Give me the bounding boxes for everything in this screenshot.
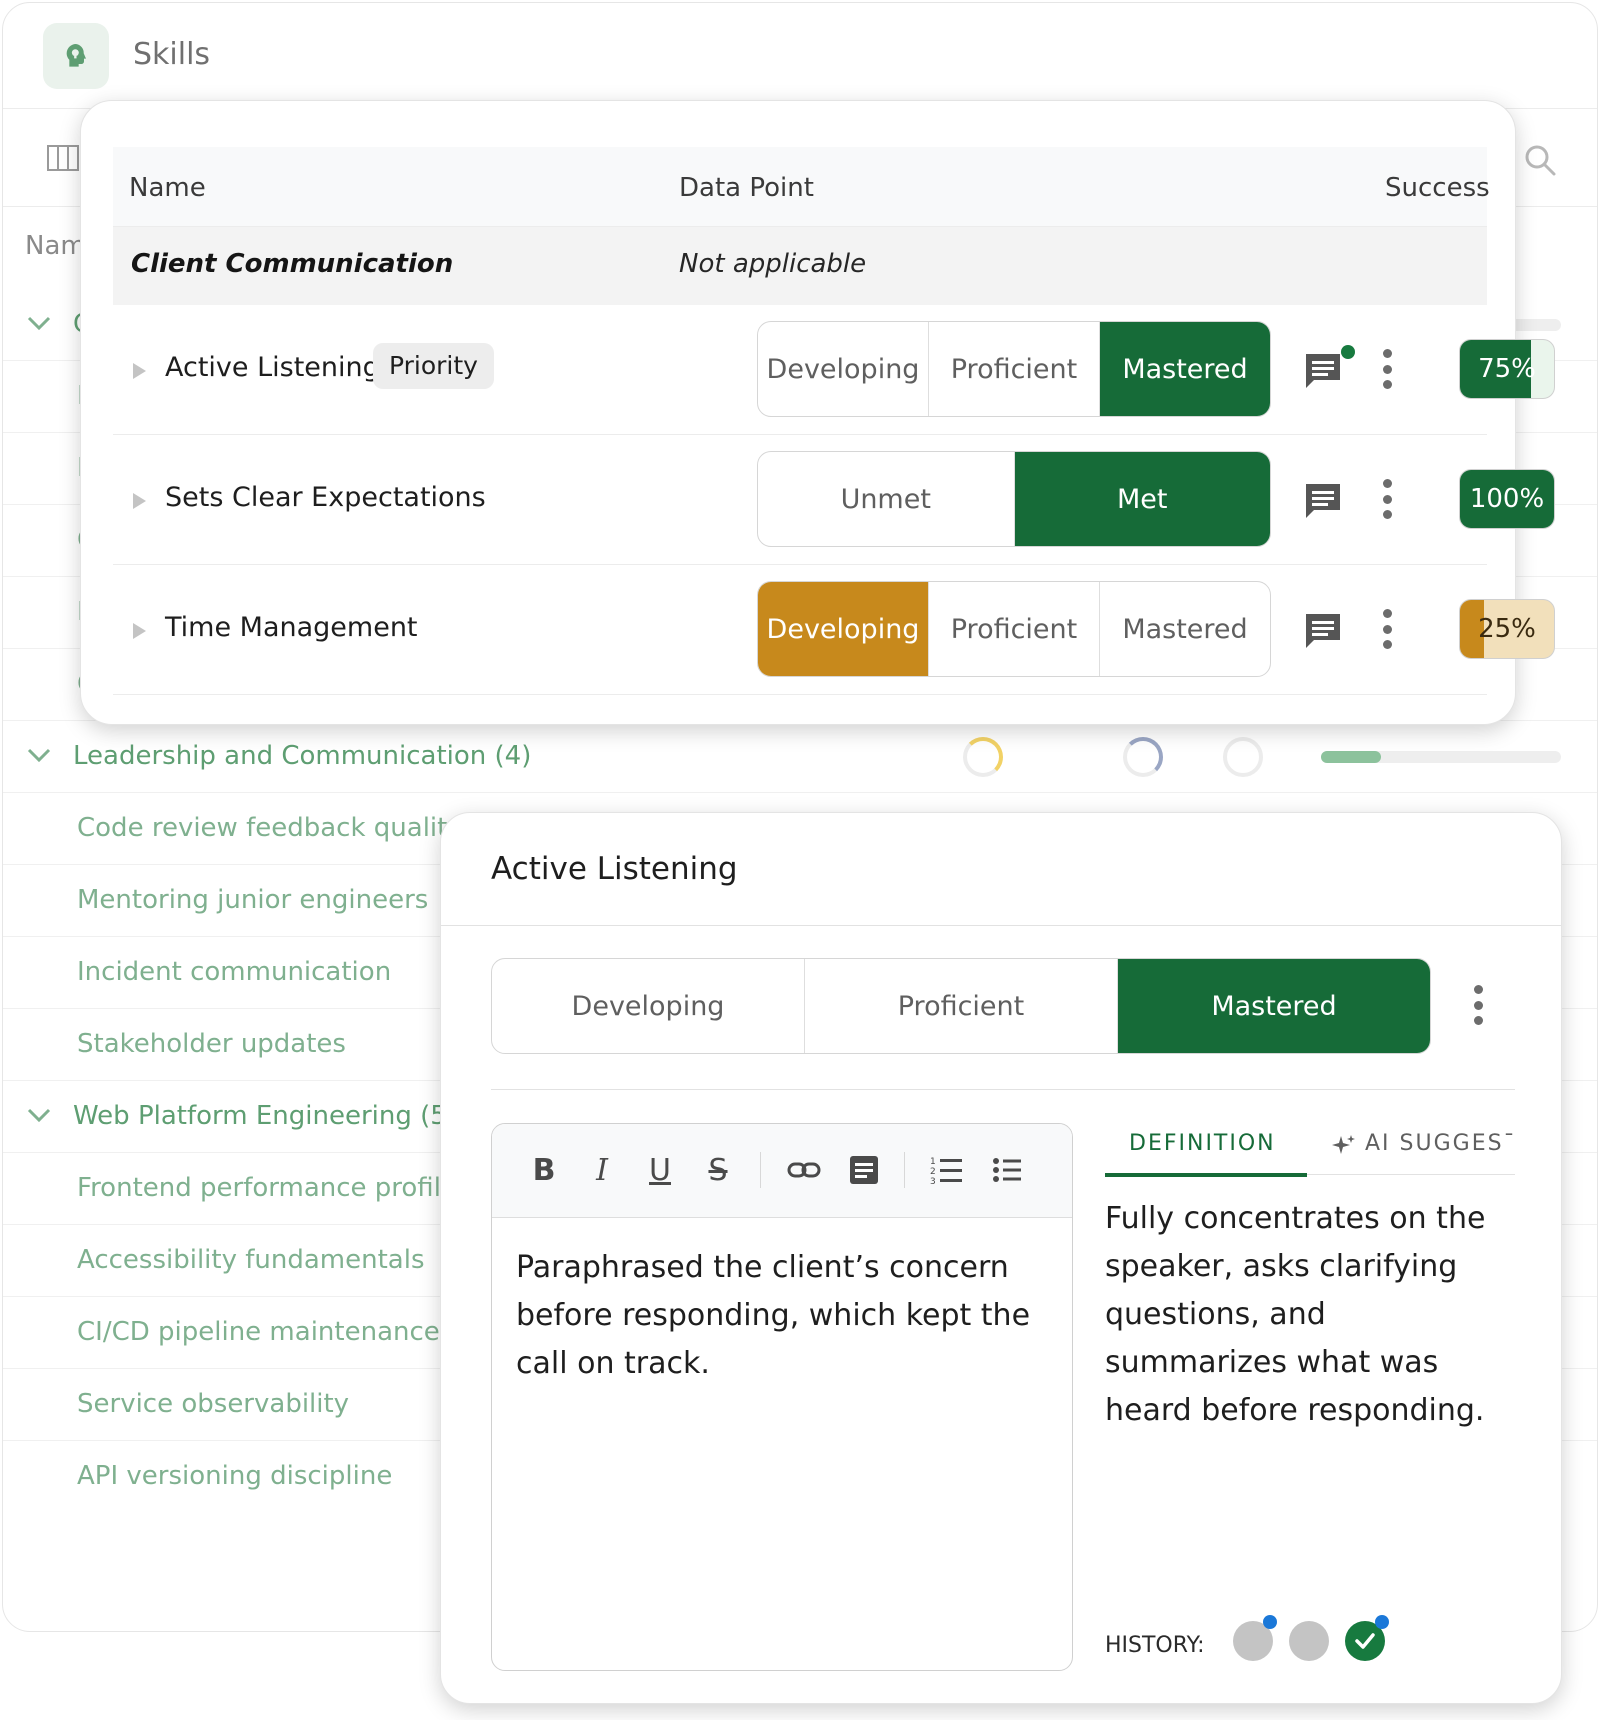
rating-selector: Developing Proficient Mastered: [757, 321, 1271, 417]
skill-name: Time Management: [165, 612, 418, 643]
table-row: Sets Clear Expectations Unmet Met 100%: [113, 435, 1555, 565]
detail-title: Active Listening: [491, 851, 738, 887]
italic-button[interactable]: I: [584, 1152, 620, 1188]
expand-arrow-icon[interactable]: [133, 363, 146, 379]
column-header-data-point[interactable]: Data Point: [679, 173, 814, 203]
group-name: Client Communication: [131, 249, 454, 279]
success-label: 25%: [1478, 614, 1536, 644]
underline-button[interactable]: U: [642, 1152, 678, 1188]
group-progress-bar: [1321, 751, 1561, 763]
divider: [441, 925, 1561, 926]
definition-text: Fully concentrates on the speaker, asks …: [1105, 1201, 1486, 1428]
priority-badge: Priority: [373, 343, 494, 389]
more-options-icon[interactable]: [1472, 985, 1484, 1025]
rating-option-unmet[interactable]: Unmet: [758, 452, 1015, 546]
more-options-icon[interactable]: [1381, 479, 1393, 519]
svg-text:2: 2: [930, 1167, 936, 1177]
history-label: HISTORY:: [1105, 1633, 1205, 1658]
expand-arrow-icon[interactable]: [133, 623, 146, 639]
more-options-icon[interactable]: [1381, 349, 1393, 389]
check-icon: [1355, 1633, 1375, 1649]
comment-indicator: [1341, 345, 1355, 359]
note-editor: B I U S 123 Paraphrased the client’s con…: [491, 1123, 1073, 1671]
column-header-success[interactable]: Success: [1385, 173, 1490, 203]
progress-ring: [1223, 737, 1263, 777]
app-logo: [43, 23, 109, 89]
success-label: 75%: [1478, 354, 1536, 384]
group-data-point: Not applicable: [679, 249, 867, 279]
sparkle-icon: [1332, 1135, 1355, 1154]
search-icon[interactable]: [1523, 143, 1557, 177]
head-lightbulb-icon: [66, 44, 86, 67]
rating-selector: Unmet Met: [757, 451, 1271, 547]
skills-table-popover: Name Data Point Success Client Communica…: [80, 100, 1555, 725]
comment-icon[interactable]: [1303, 481, 1343, 521]
comment-icon[interactable]: [1303, 611, 1343, 651]
numbered-list-icon[interactable]: 123: [928, 1152, 964, 1188]
success-progress: 25%: [1459, 599, 1555, 659]
success-progress: 100%: [1459, 469, 1555, 529]
rating-option-developing[interactable]: Developing: [758, 322, 929, 416]
group-row-client-communication[interactable]: Client Communication Not applicable: [113, 227, 1487, 305]
history-new-indicator: [1263, 1615, 1277, 1629]
link-icon[interactable]: [786, 1152, 822, 1188]
success-label: 100%: [1469, 484, 1545, 514]
chevron-down-icon[interactable]: [25, 745, 53, 765]
tab-definition[interactable]: DEFINITION: [1129, 1131, 1276, 1156]
paragraph-format-icon[interactable]: [846, 1152, 882, 1188]
group-row-leadership[interactable]: Leadership and Communication (4): [3, 721, 1597, 793]
rating-option-proficient[interactable]: Proficient: [805, 959, 1118, 1053]
rating-option-mastered[interactable]: Mastered: [1118, 959, 1430, 1053]
progress-ring: [963, 737, 1003, 777]
page-header: Skills: [3, 3, 1597, 109]
group-label: Web Platform Engineering (5): [73, 1101, 457, 1131]
columns-icon[interactable]: [47, 145, 79, 171]
name-column-header[interactable]: Nam: [25, 231, 86, 261]
divider: [491, 1089, 1515, 1090]
rating-option-mastered[interactable]: Mastered: [1100, 582, 1270, 676]
rating-option-developing[interactable]: Developing: [758, 582, 929, 676]
detail-rating-selector: Developing Proficient Mastered: [491, 958, 1431, 1054]
skill-name: Sets Clear Expectations: [165, 482, 486, 513]
skill-detail-panel: Active Listening Developing Proficient M…: [440, 812, 1562, 1704]
note-text[interactable]: Paraphrased the client’s concern before …: [516, 1244, 1046, 1388]
tab-ai-suggestions[interactable]: AI SUGGESˉ: [1365, 1131, 1517, 1156]
rating-option-proficient[interactable]: Proficient: [929, 582, 1100, 676]
comment-icon[interactable]: [1303, 351, 1343, 391]
rating-option-developing[interactable]: Developing: [492, 959, 805, 1053]
strikethrough-button[interactable]: S: [700, 1152, 736, 1188]
detail-tabs: DEFINITION AI SUGGESˉ: [1105, 1123, 1517, 1177]
progress-ring: [1123, 737, 1163, 777]
rating-option-met[interactable]: Met: [1014, 452, 1270, 546]
bullet-list-icon[interactable]: [988, 1152, 1024, 1188]
chevron-down-icon[interactable]: [25, 1105, 53, 1125]
table-row: Active Listening Priority Developing Pro…: [113, 305, 1555, 435]
more-options-icon[interactable]: [1381, 609, 1393, 649]
group-label: Leadership and Communication (4): [73, 741, 532, 771]
table-row: Time Management Developing Proficient Ma…: [113, 565, 1555, 695]
bold-button[interactable]: B: [526, 1152, 562, 1188]
svg-text:1: 1: [930, 1157, 936, 1167]
success-progress: 75%: [1459, 339, 1555, 399]
skill-name: Active Listening: [165, 352, 380, 383]
rating-selector: Developing Proficient Mastered: [757, 581, 1271, 677]
chevron-down-icon[interactable]: [25, 313, 53, 333]
editor-toolbar: B I U S 123: [492, 1124, 1072, 1218]
history-new-indicator: [1375, 1615, 1389, 1629]
page-title: Skills: [133, 37, 211, 72]
active-tab-indicator: [1105, 1173, 1307, 1177]
expand-arrow-icon[interactable]: [133, 493, 146, 509]
svg-text:3: 3: [930, 1177, 936, 1187]
rating-option-proficient[interactable]: Proficient: [929, 322, 1100, 416]
history-entry[interactable]: [1289, 1621, 1329, 1661]
column-header-name[interactable]: Name: [129, 173, 206, 203]
rating-option-mastered[interactable]: Mastered: [1100, 322, 1270, 416]
table-header: Name Data Point Success: [113, 147, 1490, 227]
